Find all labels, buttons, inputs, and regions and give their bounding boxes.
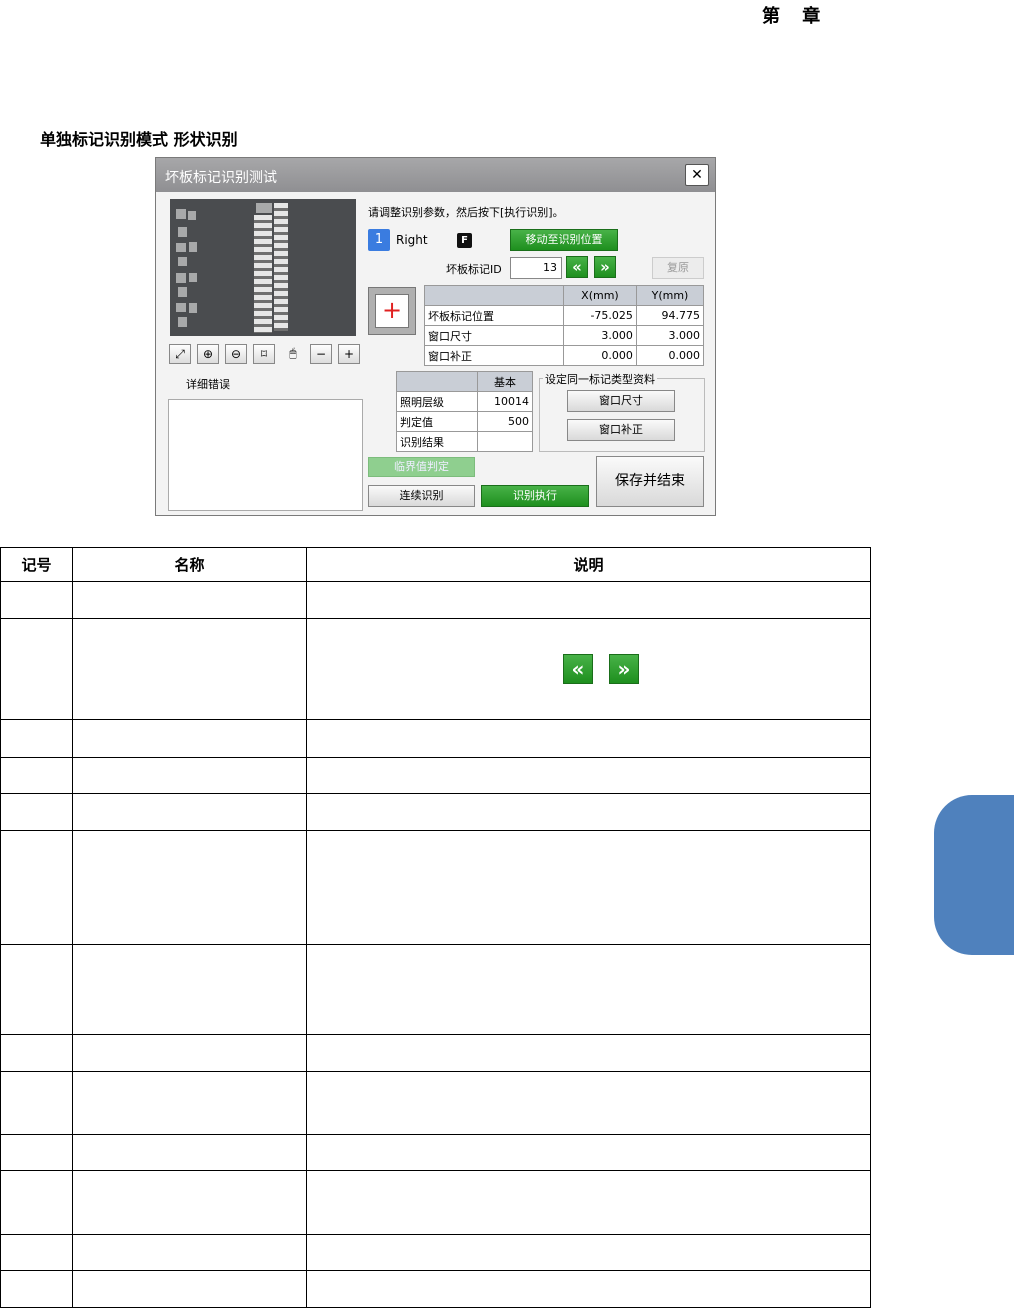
param-value[interactable]: 500: [477, 411, 533, 432]
table-row: [0, 1234, 871, 1271]
minus-icon: −: [315, 347, 327, 361]
table-header: X(mm): [563, 285, 637, 306]
table-row[interactable]: 照明层级 10014: [396, 391, 533, 412]
chapter-side-tab: [934, 795, 1014, 955]
close-icon: ✕: [691, 167, 703, 183]
table-header: [396, 371, 478, 392]
section-title: 单独标记识别模式 形状识别: [40, 130, 238, 149]
move-to-position-button[interactable]: 移动至识别位置: [510, 229, 618, 251]
zoom-out-icon: ⊖: [230, 347, 242, 361]
error-detail-label: 详细错误: [186, 378, 230, 391]
table-row[interactable]: 窗口补正 0.000 0.000: [424, 345, 705, 366]
frame-button[interactable]: ⌑: [253, 344, 275, 364]
front-side-icon: F: [457, 233, 472, 248]
param-value[interactable]: 10014: [477, 391, 533, 412]
table-row: [0, 793, 871, 831]
close-button[interactable]: ✕: [685, 164, 709, 186]
window-size-button[interactable]: 窗口尺寸: [567, 390, 675, 412]
table-row: [0, 719, 871, 758]
zoom-out-button[interactable]: ⊖: [225, 344, 247, 364]
crosshair-icon: +: [375, 294, 409, 328]
table-header: 基本: [477, 371, 533, 392]
y-value[interactable]: 0.000: [635, 345, 705, 366]
table-row: [0, 1034, 871, 1072]
table-row[interactable]: 判定值 500: [396, 411, 533, 432]
dialog-titlebar: 坏板标记识别测试 ✕: [156, 158, 715, 192]
mark-id-field[interactable]: 13: [510, 257, 562, 279]
restore-button[interactable]: 复原: [652, 257, 704, 279]
table-row: [0, 1270, 871, 1308]
camera-image: [170, 199, 356, 336]
row-label: 照明层级: [396, 391, 478, 412]
table-row: « »: [0, 618, 871, 720]
previous-mark-button[interactable]: «: [566, 256, 588, 278]
zoom-in-button[interactable]: ⊕: [197, 344, 219, 364]
column-header-name: 名称: [72, 547, 307, 582]
table-row: [0, 830, 871, 945]
table-row: [0, 944, 871, 1035]
table-row[interactable]: 识别结果: [396, 431, 533, 452]
row-label: 窗口尺寸: [424, 325, 564, 346]
param-value: [477, 431, 533, 452]
row-label: 坏板标记位置: [424, 305, 564, 326]
bad-mark-test-dialog: 坏板标记识别测试 ✕ ⤢ ⊕ ⊖ ⌑ 🖱 − + 详细错误 请调整识别参数，然后…: [155, 157, 716, 516]
table-header: [424, 285, 564, 306]
instruction-text: 请调整识别参数，然后按下[执行识别]。: [368, 206, 564, 219]
fit-image-button[interactable]: ⤢: [169, 344, 191, 364]
chapter-heading: 第 章: [762, 6, 823, 27]
column-header-symbol: 记号: [0, 547, 73, 582]
mouse-button[interactable]: 🖱: [282, 344, 304, 364]
target-preview[interactable]: +: [368, 287, 416, 335]
legend-table: 记号 名称 说明 « »: [0, 547, 871, 1308]
row-label: 窗口补正: [424, 345, 564, 366]
next-mark-button[interactable]: »: [594, 256, 616, 278]
x-value[interactable]: 3.000: [563, 325, 637, 346]
legend-header-row: 记号 名称 说明: [0, 547, 871, 582]
error-detail-box[interactable]: [168, 399, 363, 511]
row-label: 判定值: [396, 411, 478, 432]
parameter-table: 基本 照明层级 10014 判定值 500 识别结果: [396, 371, 533, 452]
table-row: [0, 581, 871, 619]
prev-arrow-icon: «: [563, 654, 593, 684]
table-row[interactable]: 窗口尺寸 3.000 3.000: [424, 325, 705, 346]
next-arrow-icon: »: [609, 654, 639, 684]
x-value[interactable]: 0.000: [563, 345, 637, 366]
y-value[interactable]: 3.000: [635, 325, 705, 346]
save-and-exit-button[interactable]: 保存并结束: [596, 456, 704, 507]
plus-icon: +: [343, 347, 355, 361]
table-row: [0, 1170, 871, 1235]
y-value[interactable]: 94.775: [635, 305, 705, 326]
mark-id-label: 坏板标记ID: [446, 263, 502, 276]
dialog-title: 坏板标记识别测试: [165, 170, 277, 186]
table-row: [0, 1071, 871, 1135]
decrease-button[interactable]: −: [310, 344, 332, 364]
table-header: Y(mm): [635, 285, 705, 306]
row-label: 识别结果: [396, 431, 478, 452]
mark-type-group-title: 设定同一标记类型资料: [543, 371, 657, 387]
window-compensation-button[interactable]: 窗口补正: [567, 419, 675, 441]
fit-image-icon: ⤢: [175, 347, 185, 361]
camera-number-badge[interactable]: 1: [368, 229, 390, 251]
position-table: X(mm) Y(mm) 坏板标记位置 -75.025 94.775 窗口尺寸 3…: [424, 285, 705, 366]
frame-icon: ⌑: [260, 347, 268, 361]
table-row: [0, 1134, 871, 1171]
camera-side-label: Right: [396, 233, 428, 247]
execute-recognition-button[interactable]: 识别执行: [481, 485, 589, 507]
table-row[interactable]: 坏板标记位置 -75.025 94.775: [424, 305, 705, 326]
threshold-judge-button[interactable]: 临界值判定: [368, 457, 475, 477]
mouse-icon: 🖱: [289, 346, 297, 360]
zoom-in-icon: ⊕: [202, 347, 214, 361]
table-row: [0, 757, 871, 794]
increase-button[interactable]: +: [338, 344, 360, 364]
x-value[interactable]: -75.025: [563, 305, 637, 326]
column-header-description: 说明: [306, 547, 871, 582]
continuous-recognition-button[interactable]: 连续识别: [368, 485, 475, 507]
